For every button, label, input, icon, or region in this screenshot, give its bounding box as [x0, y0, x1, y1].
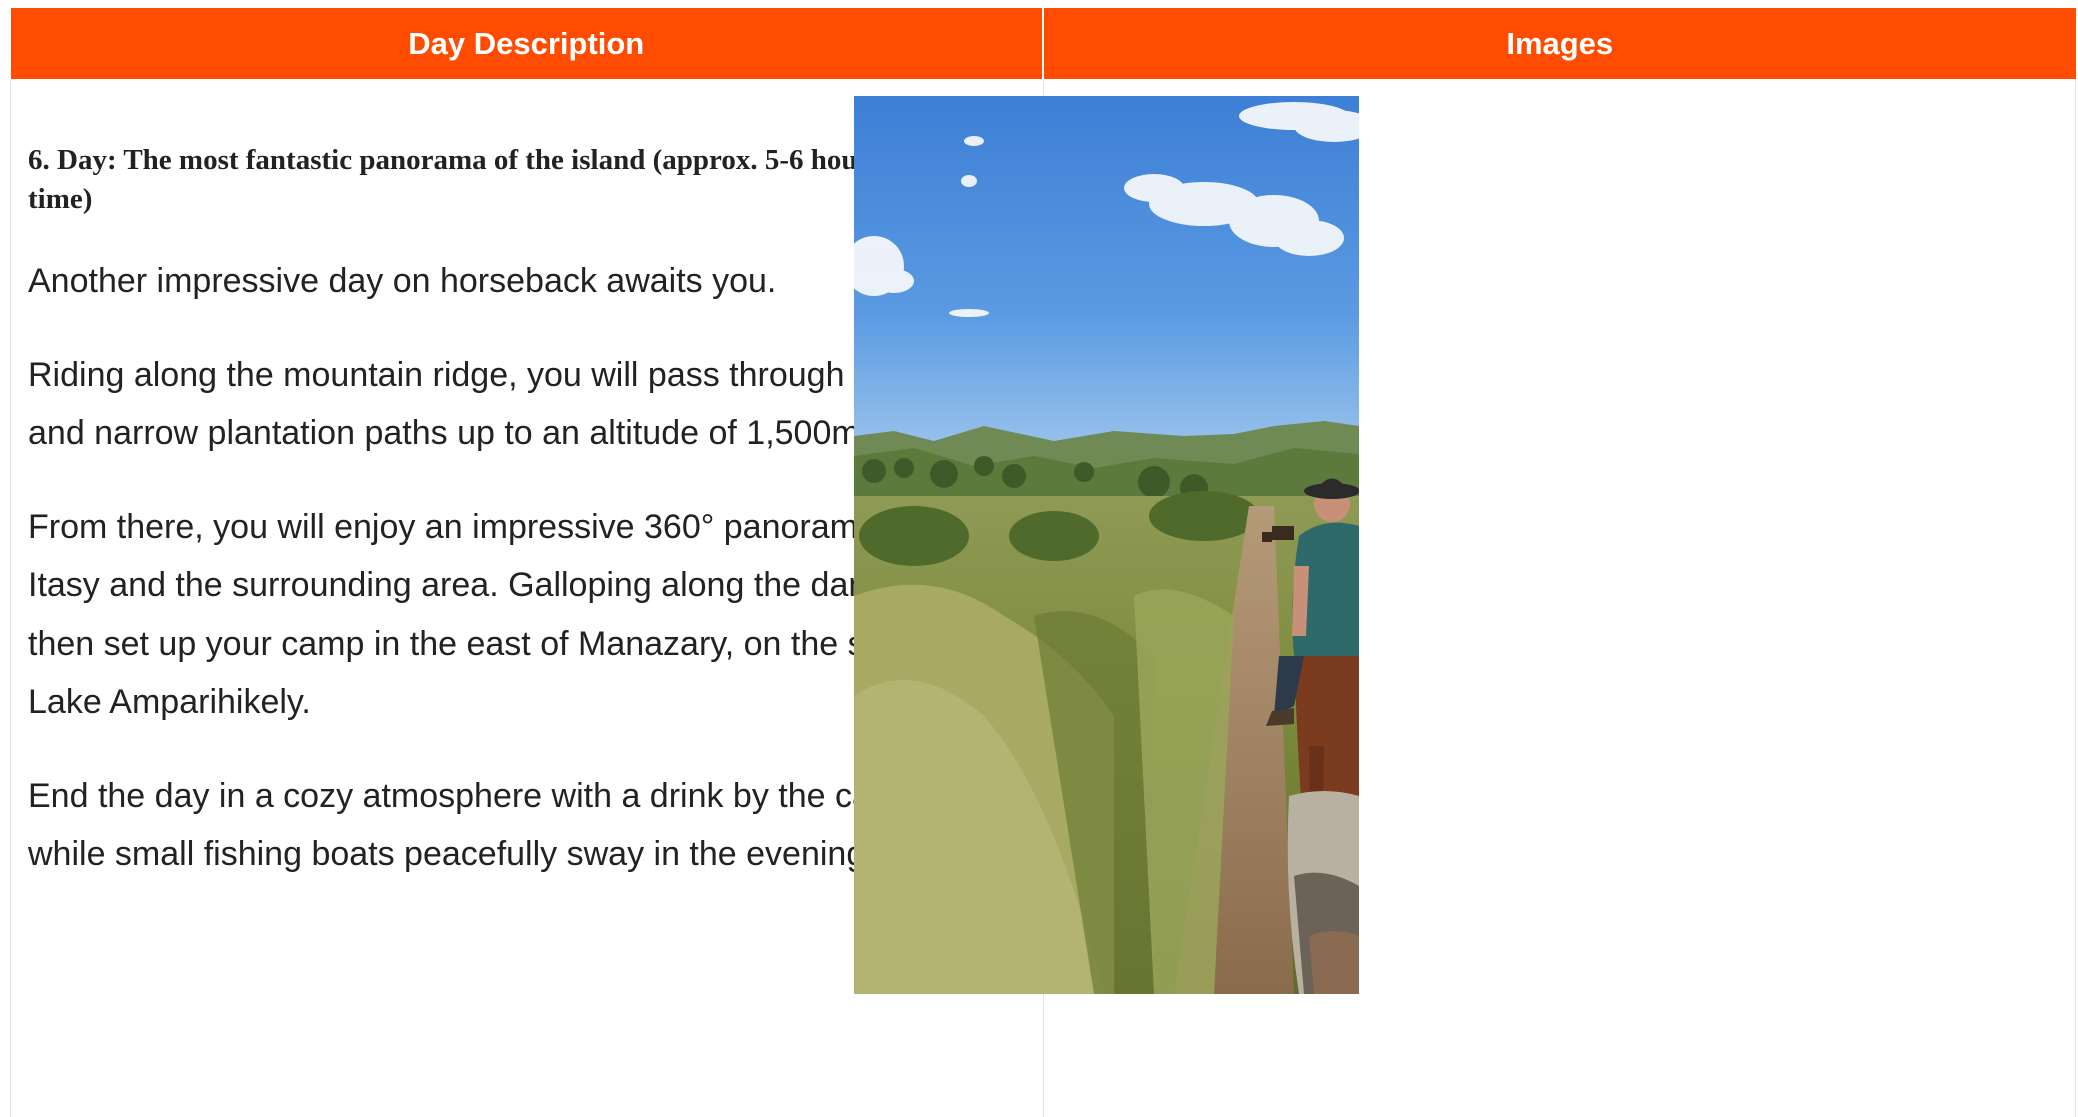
page: Day Description Images 6. Day: The most …: [0, 0, 2078, 1117]
header-images: Images: [1043, 8, 2076, 79]
header-day-description: Day Description: [10, 8, 1044, 79]
horseback-trail-photo[interactable]: [854, 96, 1359, 994]
table-header-row: Day Description Images: [10, 8, 2076, 79]
